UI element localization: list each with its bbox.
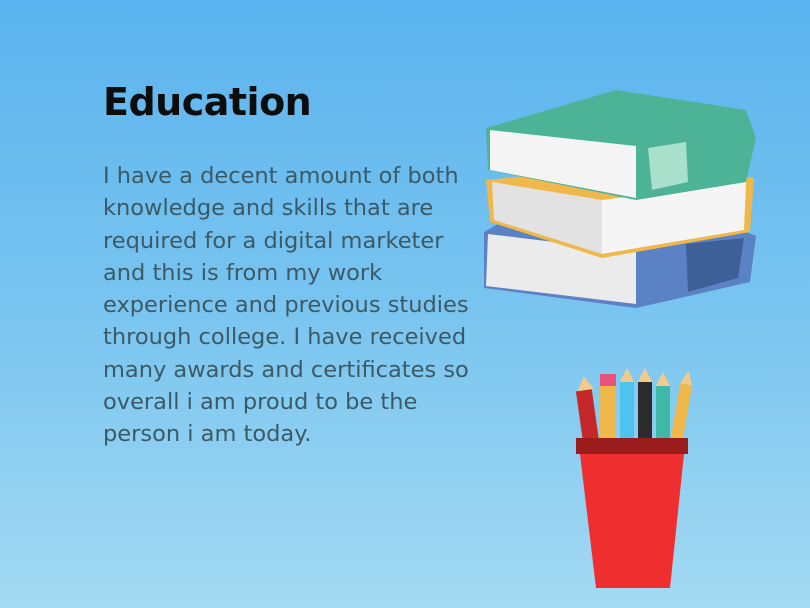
pencil-cup-icon [575, 368, 693, 588]
cup-rim [576, 438, 688, 454]
slide: Education I have a decent amount of both… [0, 0, 810, 608]
cup-body [580, 454, 684, 588]
slide-title: Education [103, 80, 312, 124]
books-icon [484, 90, 756, 308]
slide-body-text: I have a decent amount of both knowledge… [103, 163, 469, 448]
